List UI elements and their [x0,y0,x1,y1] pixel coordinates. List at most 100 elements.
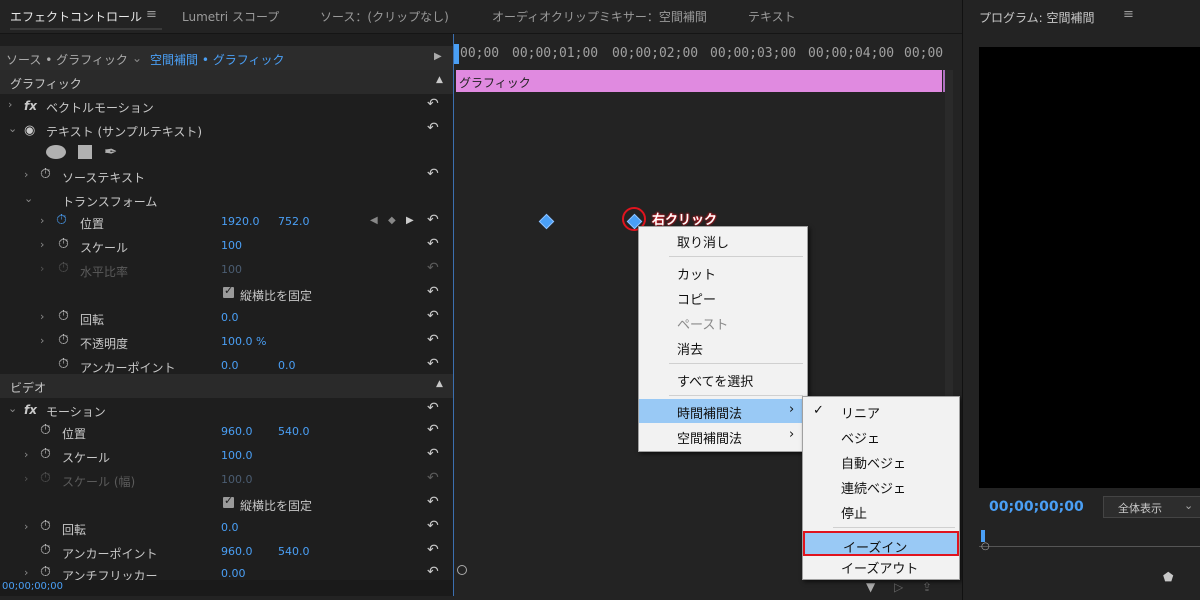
v-anchor-x-value[interactable]: 960.0 [221,545,253,558]
submenu-item-bezier[interactable]: ベジェ [803,424,959,448]
eye-icon[interactable]: ◉ [24,123,35,138]
chevron-right-icon[interactable]: › [24,448,28,461]
reset-icon[interactable]: ↶ [427,212,439,228]
prop-lock-aspect[interactable]: 縦横比を固定 ↶ [0,282,453,306]
stopwatch-icon[interactable]: ⏱ [58,332,69,348]
zoom-handle[interactable]: ○ [981,541,990,552]
chevron-down-icon[interactable]: ⌄ [24,192,33,205]
menu-item-spatial-interpolation[interactable]: 空間補間法 › [639,424,807,448]
stopwatch-icon[interactable]: ⏱ [58,308,69,324]
submenu-item-ease-in[interactable]: イーズイン [803,531,959,556]
v-anchor-y-value[interactable]: 540.0 [278,545,310,558]
scale-value[interactable]: 100 [221,239,242,252]
chevron-right-icon[interactable]: › [24,168,28,181]
menu-icon[interactable]: ≡ [1123,7,1134,22]
reset-icon[interactable]: ↶ [427,400,439,416]
play-only-audio-icon[interactable]: ▷ [894,580,903,594]
submenu-item-ease-out[interactable]: イーズアウト [803,554,959,578]
reset-icon[interactable]: ↶ [427,166,439,182]
chevron-right-icon[interactable]: › [8,98,12,111]
prev-keyframe-icon[interactable]: ◀ [370,215,378,226]
lock-aspect-checkbox[interactable] [223,494,234,508]
reset-icon[interactable]: ↶ [427,284,439,300]
v-position-x-value[interactable]: 960.0 [221,425,253,438]
stopwatch-icon[interactable]: ⏱ [40,166,51,182]
stopwatch-icon[interactable]: ⏱ [40,446,51,462]
position-x-value[interactable]: 1920.0 [221,215,260,228]
export-icon[interactable]: ⇪ [922,580,932,594]
anchor-x-value[interactable]: 0.0 [221,359,239,372]
effect-vector-motion[interactable]: › fx ベクトルモーション ↶ [0,94,453,118]
program-timecode[interactable]: 00;00;00;00 [989,499,1084,515]
stopwatch-icon[interactable]: ⏱ [40,518,51,534]
prop-position[interactable]: › ⏱ 位置 1920.0 752.0 ◀ ◆ ▶ ↶ [0,210,453,234]
chevron-right-icon[interactable]: › [40,310,44,323]
tab-effect-controls[interactable]: エフェクトコントロール [10,8,163,30]
play-arrow-icon[interactable]: ▶ [434,51,442,62]
position-y-value[interactable]: 752.0 [278,215,310,228]
reset-icon[interactable]: ↶ [427,332,439,348]
effect-motion[interactable]: ⌄ fx モーション ↶ [0,398,453,422]
reset-icon[interactable]: ↶ [427,446,439,462]
stopwatch-icon[interactable]: ⏱ [56,212,67,228]
v-position-y-value[interactable]: 540.0 [278,425,310,438]
lock-aspect-checkbox[interactable] [223,284,234,298]
stopwatch-icon[interactable]: ⏱ [40,422,51,438]
chevron-right-icon[interactable]: › [24,566,28,579]
menu-item-cut[interactable]: カット [639,260,807,284]
reset-icon[interactable]: ↶ [427,236,439,252]
prop-v-anchor[interactable]: ⏱ アンカーポイント 960.0 540.0 ↶ [0,540,453,564]
reset-icon[interactable]: ↶ [427,356,439,372]
next-keyframe-icon[interactable]: ▶ [406,215,414,226]
prop-transform[interactable]: ⌄ トランスフォーム [0,188,453,212]
submenu-item-linear[interactable]: ✓ リニア [803,399,959,423]
fx-icon[interactable]: fx [24,99,37,113]
menu-item-undo[interactable]: 取り消し [639,228,807,252]
sequence-label[interactable]: 空間補間 • グラフィック [150,51,284,68]
chevron-down-icon[interactable]: ⌄ [8,402,17,415]
chevron-right-icon[interactable]: › [40,214,44,227]
menu-item-clear[interactable]: 消去 [639,335,807,359]
reset-icon[interactable]: ↶ [427,96,439,112]
reset-icon[interactable]: ↶ [427,564,439,580]
current-time[interactable]: 00;00;00;00 [2,581,63,592]
chevron-right-icon[interactable]: › [40,334,44,347]
prop-v-rotation[interactable]: › ⏱ 回転 0.0 ↶ [0,516,453,540]
prop-rotation[interactable]: › ⏱ 回転 0.0 ↶ [0,306,453,330]
tab-source[interactable]: ソース：(クリップなし) [320,8,449,25]
prop-scale[interactable]: › ⏱ スケール 100 ↶ [0,234,453,258]
anti-flicker-value[interactable]: 0.00 [221,567,246,580]
anchor-y-value[interactable]: 0.0 [278,359,296,372]
zoom-handle[interactable] [457,565,467,575]
program-monitor-tab[interactable]: プログラム: 空間補間 [979,9,1095,26]
marker-icon[interactable]: ⬟ [1163,570,1173,584]
prop-v-lock-aspect[interactable]: 縦横比を固定 ↶ [0,492,453,516]
stopwatch-icon[interactable]: ⏱ [40,564,51,580]
stopwatch-icon[interactable]: ⏱ [58,236,69,252]
tab-lumetri-scopes[interactable]: Lumetri スコープ [182,8,279,25]
ellipse-mask-icon[interactable] [46,145,66,159]
prop-v-position[interactable]: ⏱ 位置 960.0 540.0 ↶ [0,420,453,444]
collapse-icon[interactable]: ▲ [436,379,443,389]
tab-audio-clip-mixer[interactable]: オーディオクリップミキサー：空間補間 [492,8,707,25]
menu-icon[interactable]: ≡ [146,7,157,22]
playhead[interactable] [454,44,459,64]
fx-icon[interactable]: fx [24,403,37,417]
prop-opacity[interactable]: › ⏱ 不透明度 100.0 % ↶ [0,330,453,354]
keyframe-diamond[interactable] [538,213,555,230]
opacity-value[interactable]: 100.0 % [221,335,266,348]
v-rotation-value[interactable]: 0.0 [221,521,239,534]
tab-text[interactable]: テキスト [748,8,796,25]
time-ruler[interactable]: 00;00 00;00;01;00 00;00;02;00 00;00;03;0… [454,44,957,66]
rotation-value[interactable]: 0.0 [221,311,239,324]
add-keyframe-icon[interactable]: ◆ [388,215,396,226]
graphic-clip-bar[interactable]: グラフィック [456,70,942,92]
submenu-item-auto-bezier[interactable]: 自動ベジェ [803,449,959,473]
reset-icon[interactable]: ↶ [427,422,439,438]
chevron-right-icon[interactable]: › [24,520,28,533]
menu-item-copy[interactable]: コピー [639,285,807,309]
pen-mask-icon[interactable]: ✒ [104,142,117,161]
chevron-right-icon[interactable]: › [40,238,44,251]
submenu-item-hold[interactable]: 停止 [803,499,959,523]
chevron-down-icon[interactable]: ⌄ [132,51,142,65]
